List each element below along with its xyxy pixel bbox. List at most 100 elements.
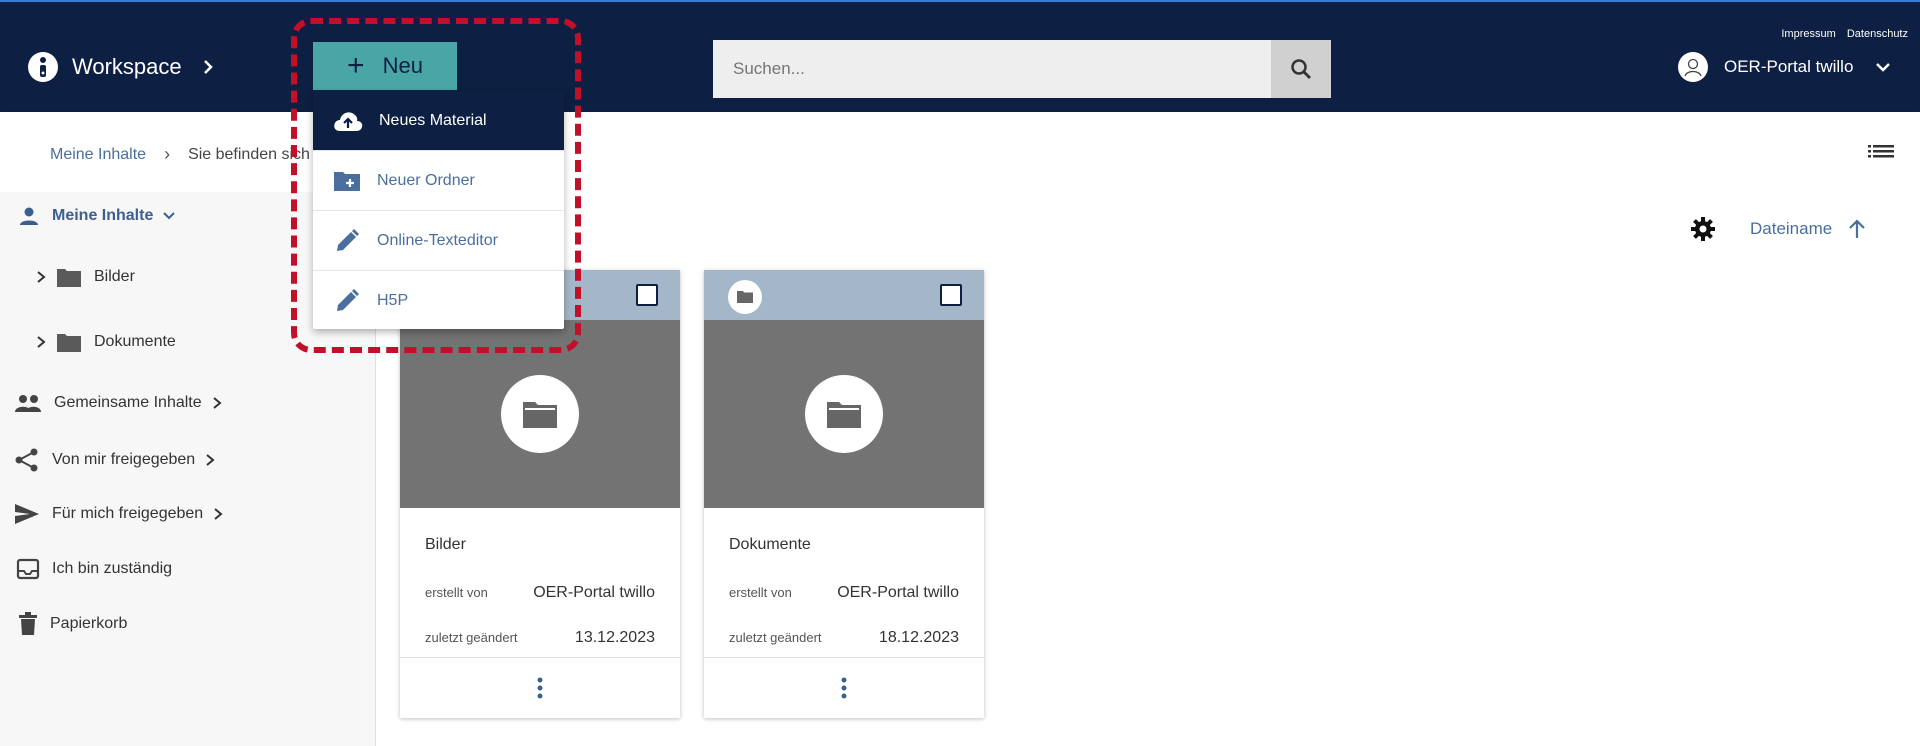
search-input[interactable] — [713, 40, 1271, 98]
folder-card[interactable]: Bilder erstellt von OER-Portal twillo zu… — [400, 270, 680, 718]
chevron-right-icon — [213, 397, 222, 409]
datenschutz-link[interactable]: Datenschutz — [1847, 28, 1908, 40]
sidebar-item-gemeinsame-inhalte[interactable]: Gemeinsame Inhalte — [14, 393, 236, 413]
impressum-link[interactable]: Impressum — [1781, 28, 1835, 40]
plus-icon: + — [347, 49, 365, 82]
card-preview — [400, 320, 680, 508]
chevron-right-icon — [206, 454, 215, 466]
menu-item-label: H5P — [377, 292, 409, 309]
menu-item-label: Online-Texteditor — [377, 231, 498, 249]
workspace-brand[interactable]: Workspace — [28, 52, 218, 82]
sidebar-item-label: Meine Inhalte — [52, 207, 154, 224]
modified-label: zuletzt geändert — [729, 630, 822, 645]
trash-icon — [19, 612, 37, 635]
card-meta-created: erstellt von OER-Portal twillo — [704, 570, 984, 615]
chevron-right-icon: › — [164, 144, 171, 164]
breadcrumb-root[interactable]: Meine Inhalte — [50, 146, 146, 164]
share-icon — [15, 448, 38, 472]
sidebar-item-label: Ich bin zuständig — [52, 560, 173, 577]
chevron-right-icon — [37, 271, 46, 283]
user-avatar-icon — [1684, 58, 1702, 77]
breadcrumb-current: Sie befinden sich — [188, 145, 310, 163]
menu-item-h5p[interactable]: H5P — [313, 271, 564, 331]
card-header — [704, 270, 984, 320]
sidebar-item-papierkorb[interactable]: Papierkorb — [18, 612, 127, 636]
menu-item-neues-material[interactable]: Neues Material — [313, 91, 564, 151]
folder-badge-icon — [728, 280, 762, 314]
folder-icon — [57, 334, 81, 352]
search-icon — [1291, 59, 1311, 79]
sidebar-item-label: Papierkorb — [50, 615, 128, 632]
app-title: Workspace — [72, 54, 182, 79]
folder-icon — [57, 269, 81, 287]
card-title: Bilder — [425, 536, 466, 553]
sidebar-folder-dokumente[interactable]: Dokumente — [34, 331, 176, 353]
modified-label: zuletzt geändert — [425, 630, 518, 645]
user-menu[interactable]: OER-Portal twillo — [1678, 52, 1893, 82]
card-footer — [400, 657, 680, 718]
sidebar-item-label: Bilder — [94, 268, 135, 285]
arrow-up-icon[interactable] — [1846, 218, 1868, 240]
info-logo-icon — [28, 52, 58, 82]
breadcrumb: Meine Inhalte › Sie befinden sich — [50, 144, 310, 165]
chevron-right-icon — [214, 508, 223, 520]
sidebar-item-fuer-mich-freigegeben[interactable]: Für mich freigegeben — [14, 503, 237, 525]
top-links: Impressum Datenschutz — [1773, 28, 1908, 40]
list-view-icon[interactable] — [1868, 144, 1894, 162]
chevron-right-icon — [203, 60, 213, 74]
modified-value: 18.12.2023 — [878, 628, 959, 646]
card-meta-modified: zuletzt geändert 18.12.2023 — [704, 615, 984, 660]
folder-card[interactable]: Dokumente erstellt von OER-Portal twillo… — [704, 270, 984, 718]
pencil-icon — [337, 289, 359, 311]
menu-item-neuer-ordner[interactable]: Neuer Ordner — [313, 151, 564, 211]
user-name: OER-Portal twillo — [1724, 57, 1854, 76]
card-meta-modified: zuletzt geändert 13.12.2023 — [400, 615, 680, 660]
card-preview — [704, 320, 984, 508]
more-options-icon[interactable] — [840, 677, 848, 699]
created-by-label: erstellt von — [425, 585, 488, 600]
created-by-label: erstellt von — [729, 585, 792, 600]
chevron-down-icon — [1876, 63, 1891, 72]
chevron-down-icon — [163, 212, 176, 220]
created-by-value: OER-Portal twillo — [837, 583, 959, 601]
search-button[interactable] — [1271, 40, 1331, 98]
new-button-label: Neu — [382, 53, 423, 78]
select-checkbox[interactable] — [636, 284, 658, 306]
sidebar-item-label: Gemeinsame Inhalte — [54, 394, 202, 411]
modified-value: 13.12.2023 — [574, 628, 655, 646]
new-button[interactable]: + Neu — [313, 42, 457, 90]
gear-icon[interactable] — [1690, 216, 1716, 242]
folder-preview-icon — [805, 375, 883, 453]
cloud-upload-icon — [334, 111, 363, 131]
create-folder-icon — [334, 171, 360, 191]
sidebar-item-label: Von mir freigegeben — [52, 451, 196, 468]
menu-item-online-texteditor[interactable]: Online-Texteditor — [313, 211, 564, 271]
app-header: Workspace + Neu Impressum Datenschutz OE… — [0, 0, 1920, 112]
new-menu: Neues Material Neuer Ordner Online-Texte… — [313, 91, 564, 329]
sort-label[interactable]: Dateiname — [1750, 219, 1832, 239]
more-options-icon[interactable] — [536, 677, 544, 699]
avatar — [1678, 52, 1708, 82]
people-icon — [15, 395, 41, 412]
chevron-right-icon — [37, 336, 46, 348]
sidebar-item-meine-inhalte[interactable]: Meine Inhalte — [18, 205, 189, 227]
breadcrumb-bar: Meine Inhalte › Sie befinden sich — [0, 112, 1920, 192]
sidebar-folder-bilder[interactable]: Bilder — [34, 266, 135, 288]
sidebar-item-ich-bin-zustaendig[interactable]: Ich bin zuständig — [16, 558, 172, 580]
select-checkbox[interactable] — [940, 284, 962, 306]
created-by-value: OER-Portal twillo — [533, 583, 655, 601]
sort-bar: Dateiname — [1690, 216, 1868, 242]
card-footer — [704, 657, 984, 718]
person-icon — [20, 207, 38, 225]
sidebar-item-label: Für mich freigegeben — [52, 505, 204, 522]
sidebar-item-label: Dokumente — [94, 333, 176, 350]
pencil-icon — [337, 228, 359, 251]
menu-item-label: Neues Material — [379, 111, 487, 129]
card-meta-created: erstellt von OER-Portal twillo — [400, 570, 680, 615]
menu-item-label: Neuer Ordner — [377, 171, 475, 189]
sidebar-item-von-mir-freigegeben[interactable]: Von mir freigegeben — [14, 448, 229, 472]
inbox-icon — [16, 558, 40, 580]
card-title: Dokumente — [729, 536, 811, 553]
send-icon — [15, 504, 39, 524]
search-bar — [713, 40, 1331, 98]
